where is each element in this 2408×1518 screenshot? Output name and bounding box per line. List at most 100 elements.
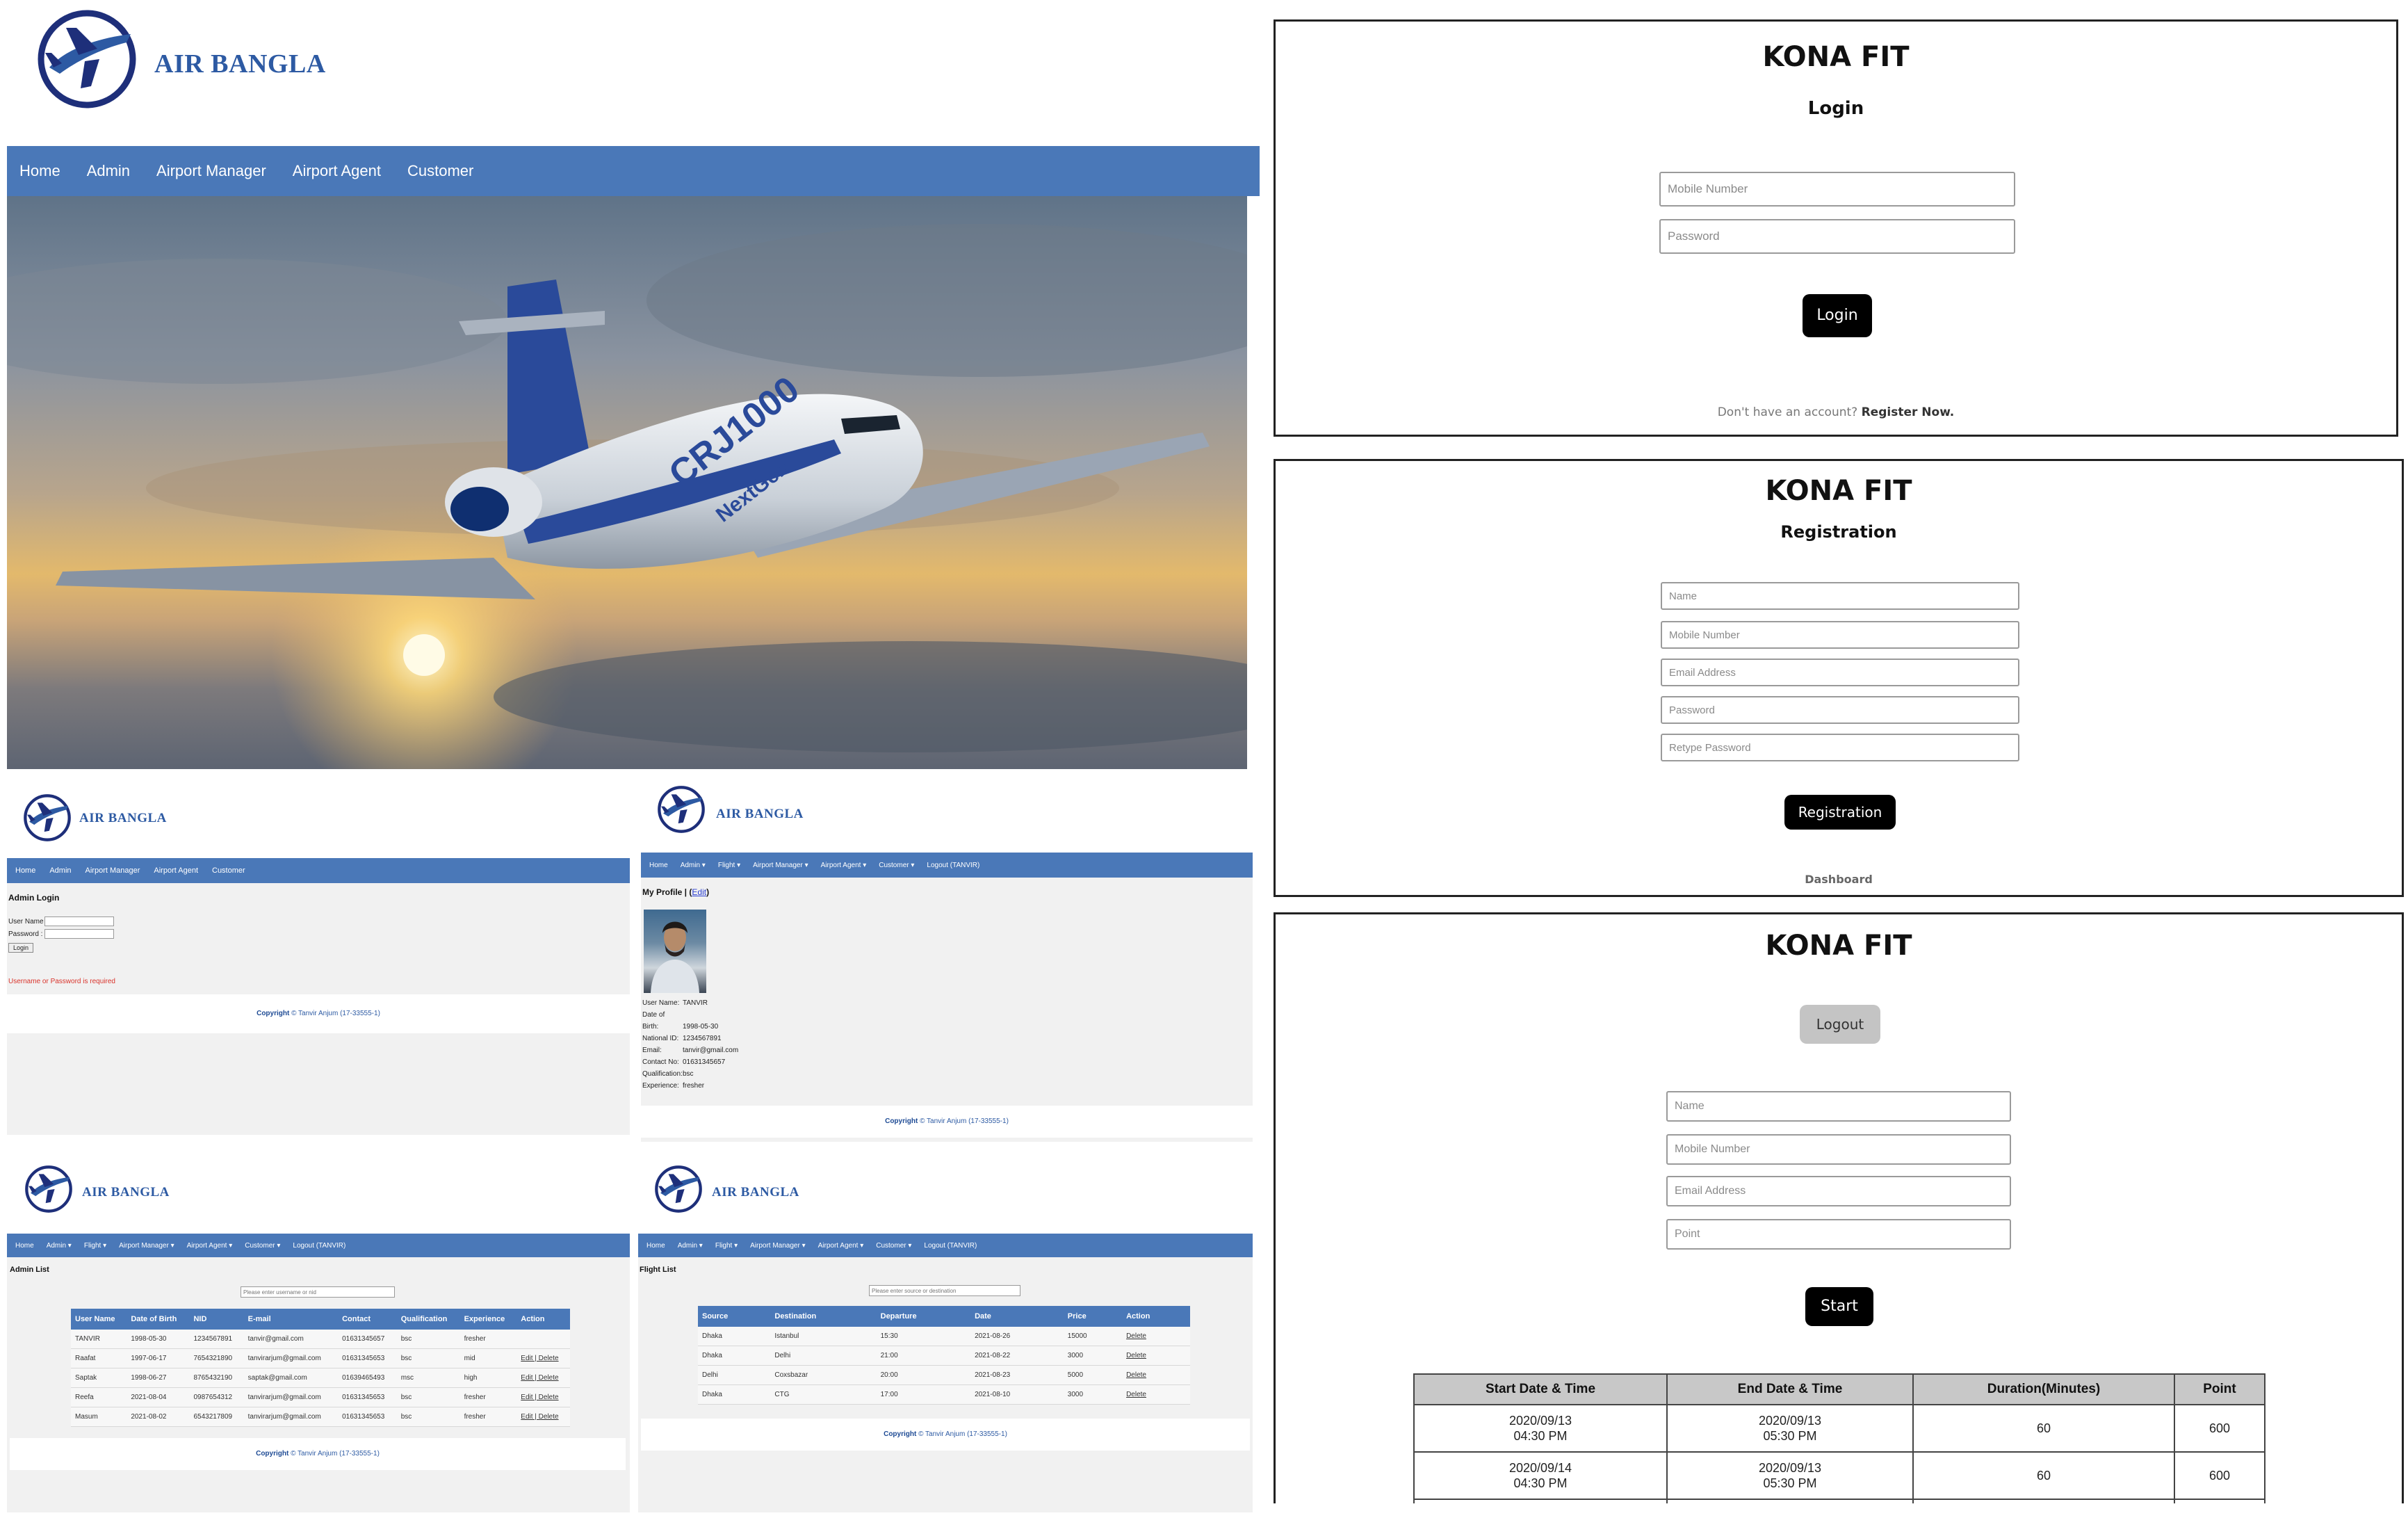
kona-brand: KONA FIT — [1765, 930, 1912, 962]
sessions-table: Start Date & Time End Date & Time Durati… — [1413, 1373, 2265, 1503]
nav-home[interactable]: Home — [15, 866, 35, 875]
col-duration: Duration(Minutes) — [1912, 1373, 2175, 1405]
admin-login-panel: AIR BANGLA Home Admin Airport Manager Ai… — [7, 773, 630, 1135]
row-actions[interactable] — [516, 1330, 570, 1349]
kona-registration-title: Registration — [1780, 522, 1897, 542]
search-input[interactable] — [869, 1285, 1020, 1296]
nav-home[interactable]: Home — [649, 862, 668, 869]
nav-airport-manager[interactable]: Airport Manager — [156, 162, 266, 180]
nav-airport-agent[interactable]: Airport Agent ▾ — [187, 1242, 233, 1250]
nav-home[interactable]: Home — [15, 1242, 34, 1250]
brand-title: AIR BANGLA — [712, 1185, 799, 1200]
nav-admin[interactable]: Admin — [87, 162, 130, 180]
footer: Copyright © Tanvir Anjum (17-33555-1) — [641, 1106, 1253, 1138]
email-input[interactable] — [1666, 1176, 2011, 1206]
air-bangla-logo-icon — [656, 784, 706, 834]
nav-airport-agent[interactable]: Airport Agent — [293, 162, 381, 180]
nav-airport-manager[interactable]: Airport Manager ▾ — [753, 862, 808, 869]
mobile-number-input[interactable] — [1659, 172, 2015, 207]
delete-link[interactable]: Delete — [1122, 1327, 1190, 1346]
row-actions[interactable]: Edit | Delete — [516, 1407, 570, 1427]
profile-field: Contact No: 01631345657 — [642, 1058, 726, 1066]
registration-button[interactable]: Registration — [1784, 795, 1896, 830]
col-departure: Departure — [876, 1306, 971, 1327]
nav-customer[interactable]: Customer ▾ — [245, 1242, 280, 1250]
delete-link[interactable]: Delete — [1122, 1346, 1190, 1366]
admin-list-panel: AIR BANGLA Home Admin ▾ Flight ▾ Airport… — [7, 1147, 630, 1512]
login-button[interactable]: Login — [1803, 294, 1872, 337]
nav-logout[interactable]: Logout (TANVIR) — [924, 1242, 977, 1250]
profile-panel: AIR BANGLA Home Admin ▾ Flight ▾ Airport… — [641, 773, 1253, 1142]
dashboard-link[interactable]: Dashboard — [1276, 873, 2402, 886]
logout-button[interactable]: Logout — [1800, 1005, 1880, 1044]
nav-airport-manager[interactable]: Airport Manager ▾ — [119, 1242, 174, 1250]
nav-airport-manager[interactable]: Airport Manager ▾ — [750, 1242, 806, 1250]
nav-customer[interactable]: Customer — [212, 866, 245, 875]
col-experience: Experience — [459, 1309, 517, 1330]
col-qualification: Qualification — [396, 1309, 460, 1330]
col-point: Point — [2174, 1373, 2265, 1405]
col-date: Date — [970, 1306, 1064, 1327]
flight-list-panel: AIR BANGLA Home Admin ▾ Flight ▾ Airport… — [638, 1147, 1253, 1512]
main-nav: Home Admin ▾ Flight ▾ Airport Manager ▾ … — [641, 853, 1253, 878]
nav-admin[interactable]: Admin — [49, 866, 71, 875]
nav-airport-agent[interactable]: Airport Agent — [154, 866, 198, 875]
nav-airport-agent[interactable]: Airport Agent ▾ — [821, 862, 867, 869]
copyright-text: © Tanvir Anjum (17-33555-1) — [918, 1430, 1007, 1438]
nav-customer[interactable]: Customer — [407, 162, 473, 180]
nav-customer[interactable]: Customer ▾ — [879, 862, 914, 869]
search-input[interactable] — [241, 1286, 395, 1298]
nav-flight[interactable]: Flight ▾ — [84, 1242, 106, 1250]
nav-admin[interactable]: Admin ▾ — [678, 1242, 703, 1250]
password-input[interactable] — [44, 929, 114, 939]
nav-flight[interactable]: Flight ▾ — [715, 1242, 738, 1250]
nav-airport-manager[interactable]: Airport Manager — [86, 866, 140, 875]
retype-password-input[interactable] — [1661, 734, 2019, 761]
nav-customer[interactable]: Customer ▾ — [876, 1242, 911, 1250]
nav-airport-agent[interactable]: Airport Agent ▾ — [818, 1242, 864, 1250]
col-nid: NID — [189, 1309, 244, 1330]
table-header: Start Date & Time End Date & Time Durati… — [1413, 1373, 2265, 1405]
table-row: Delhi Coxsbazar 20:00 2021-08-23 5000 Delete — [698, 1365, 1190, 1385]
edit-link[interactable]: Edit — [692, 887, 706, 897]
brand-title: AIR BANGLA — [82, 1185, 170, 1200]
nav-logout[interactable]: Logout (TANVIR) — [927, 862, 979, 869]
kona-brand: KONA FIT — [1762, 41, 1910, 73]
nav-home[interactable]: Home — [646, 1242, 665, 1250]
nav-flight[interactable]: Flight ▾ — [718, 862, 740, 869]
delete-link[interactable]: Delete — [1122, 1365, 1190, 1385]
row-actions[interactable]: Edit | Delete — [516, 1387, 570, 1407]
avatar — [644, 910, 706, 993]
delete-link[interactable]: Delete — [1122, 1384, 1190, 1405]
register-link[interactable]: Register Now. — [1862, 405, 1955, 419]
page-title: My Profile | (Edit) — [642, 887, 710, 897]
name-input[interactable] — [1666, 1091, 2011, 1122]
row-actions[interactable]: Edit | Delete — [516, 1348, 570, 1368]
profile-field: User Name: TANVIR — [642, 999, 708, 1007]
copyright-word: Copyright — [257, 1010, 290, 1017]
page-title: Admin List — [10, 1266, 49, 1274]
register-row: Don't have an account? Register Now. — [1276, 405, 2396, 419]
flight-table: Source Destination Departure Date Price … — [698, 1306, 1190, 1405]
nav-admin[interactable]: Admin ▾ — [681, 862, 706, 869]
mobile-number-input[interactable] — [1661, 621, 2019, 649]
mobile-number-input[interactable] — [1666, 1134, 2011, 1165]
footer: Copyright © Tanvir Anjum (17-33555-1) — [641, 1419, 1250, 1451]
brand-title: AIR BANGLA — [154, 49, 326, 79]
nav-home[interactable]: Home — [19, 162, 60, 180]
email-input[interactable] — [1661, 659, 2019, 686]
table-row: Raafat 1997-06-17 7654321890 tanvirarjum@gm… — [71, 1348, 570, 1368]
nav-admin[interactable]: Admin ▾ — [47, 1242, 72, 1250]
table-row: Dhaka Istanbul 15:30 2021-08-26 15000 Delete — [698, 1327, 1190, 1346]
username-input[interactable] — [44, 917, 114, 926]
login-button[interactable]: Login — [8, 943, 34, 953]
password-label: Password : — [8, 930, 43, 938]
nav-logout[interactable]: Logout (TANVIR) — [293, 1242, 345, 1250]
password-input[interactable] — [1661, 696, 2019, 724]
row-actions[interactable]: Edit | Delete — [516, 1368, 570, 1388]
point-input[interactable] — [1666, 1219, 2011, 1250]
start-button[interactable]: Start — [1805, 1287, 1873, 1326]
password-input[interactable] — [1659, 219, 2015, 254]
table-row: 2020/09/13 04:30 PM 2020/09/13 05:30 PM 60… — [1413, 1404, 2265, 1453]
name-input[interactable] — [1661, 582, 2019, 610]
